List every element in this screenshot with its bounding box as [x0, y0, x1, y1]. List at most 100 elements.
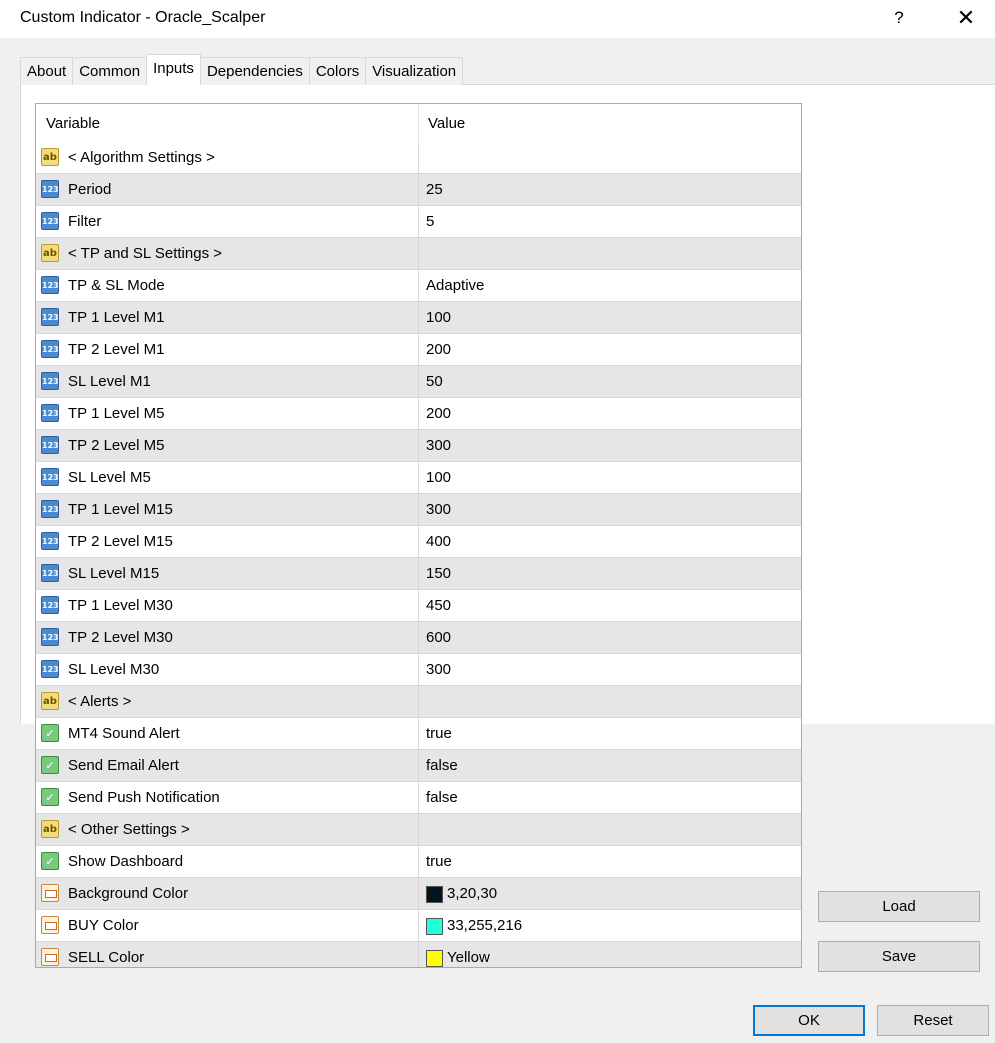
variable-cell[interactable]: 123 TP & SL Mode	[36, 270, 419, 301]
value-cell[interactable]: 100	[419, 462, 801, 493]
variable-cell[interactable]: ✓ Send Email Alert	[36, 750, 419, 781]
variable-name: TP 1 Level M1	[68, 309, 165, 326]
value-cell[interactable]: 300	[419, 654, 801, 685]
value-cell[interactable]: 300	[419, 430, 801, 461]
value-cell[interactable]: 600	[419, 622, 801, 653]
variable-cell[interactable]: 123 TP 2 Level M1	[36, 334, 419, 365]
table-row[interactable]: 123 TP 1 Level M15 300	[36, 494, 801, 526]
value-cell[interactable]: 400	[419, 526, 801, 557]
variable-cell[interactable]: 123 SL Level M5	[36, 462, 419, 493]
help-icon[interactable]: ?	[888, 5, 910, 31]
value-cell[interactable]: 450	[419, 590, 801, 621]
value-cell[interactable]	[419, 686, 801, 717]
table-row[interactable]: ✓ Send Email Alert false	[36, 750, 801, 782]
value-cell[interactable]: 33,255,216	[419, 910, 801, 941]
tab-visualization[interactable]: Visualization	[365, 57, 464, 85]
variable-cell[interactable]: 123 SL Level M30	[36, 654, 419, 685]
table-row[interactable]: ✓ Show Dashboard true	[36, 846, 801, 878]
variable-cell[interactable]: ab < TP and SL Settings >	[36, 238, 419, 269]
tab-about[interactable]: About	[20, 57, 74, 85]
table-row[interactable]: ab < TP and SL Settings >	[36, 238, 801, 270]
value-cell[interactable]: 5	[419, 206, 801, 237]
value-cell[interactable]: 150	[419, 558, 801, 589]
color-icon	[41, 916, 59, 934]
tab-common[interactable]: Common	[72, 57, 148, 85]
save-button[interactable]: Save	[818, 941, 980, 972]
variable-value: 5	[426, 213, 435, 230]
variable-cell[interactable]: ab < Other Settings >	[36, 814, 419, 845]
variable-cell[interactable]: ab < Alerts >	[36, 686, 419, 717]
value-cell[interactable]: 25	[419, 174, 801, 205]
variable-cell[interactable]: 123 Filter	[36, 206, 419, 237]
table-row[interactable]: 123 SL Level M30 300	[36, 654, 801, 686]
table-row[interactable]: 123 SL Level M15 150	[36, 558, 801, 590]
variable-cell[interactable]: BUY Color	[36, 910, 419, 941]
table-row[interactable]: 123 TP 1 Level M30 450	[36, 590, 801, 622]
table-row[interactable]: 123 TP 1 Level M1 100	[36, 302, 801, 334]
variable-cell[interactable]: Background Color	[36, 878, 419, 909]
variable-value: 50	[426, 373, 443, 390]
variable-cell[interactable]: ✓ MT4 Sound Alert	[36, 718, 419, 749]
reset-button[interactable]: Reset	[877, 1005, 989, 1036]
column-header-value[interactable]: Value	[428, 115, 465, 132]
value-cell[interactable]	[419, 238, 801, 269]
value-cell[interactable]: Yellow	[419, 942, 801, 967]
value-cell[interactable]: 200	[419, 398, 801, 429]
table-row[interactable]: 123 SL Level M5 100	[36, 462, 801, 494]
variable-cell[interactable]: 123 Period	[36, 174, 419, 205]
load-button[interactable]: Load	[818, 891, 980, 922]
table-row[interactable]: ab < Other Settings >	[36, 814, 801, 846]
variable-cell[interactable]: SELL Color	[36, 942, 419, 967]
ok-button[interactable]: OK	[753, 1005, 865, 1036]
table-row[interactable]: 123 TP 2 Level M30 600	[36, 622, 801, 654]
tab-colors[interactable]: Colors	[308, 57, 367, 85]
variable-cell[interactable]: 123 TP 1 Level M30	[36, 590, 419, 621]
value-cell[interactable]: Adaptive	[419, 270, 801, 301]
variable-cell[interactable]: 123 TP 1 Level M15	[36, 494, 419, 525]
table-row[interactable]: 123 TP 2 Level M15 400	[36, 526, 801, 558]
value-cell[interactable]: false	[419, 782, 801, 813]
table-row[interactable]: 123 TP 1 Level M5 200	[36, 398, 801, 430]
table-row[interactable]: ab < Alerts >	[36, 686, 801, 718]
table-row[interactable]: 123 TP 2 Level M5 300	[36, 430, 801, 462]
table-row[interactable]: ✓ Send Push Notification false	[36, 782, 801, 814]
table-row[interactable]: SELL Color Yellow	[36, 942, 801, 967]
variable-cell[interactable]: ✓ Show Dashboard	[36, 846, 419, 877]
variable-cell[interactable]: 123 SL Level M1	[36, 366, 419, 397]
variable-cell[interactable]: 123 TP 1 Level M5	[36, 398, 419, 429]
value-cell[interactable]	[419, 814, 801, 845]
value-cell[interactable]: false	[419, 750, 801, 781]
table-row[interactable]: BUY Color 33,255,216	[36, 910, 801, 942]
table-row[interactable]: ab < Algorithm Settings >	[36, 142, 801, 174]
variable-cell[interactable]: 123 TP 2 Level M15	[36, 526, 419, 557]
tab-inputs[interactable]: Inputs	[146, 54, 201, 85]
variable-cell[interactable]: 123 TP 1 Level M1	[36, 302, 419, 333]
value-cell[interactable]	[419, 142, 801, 173]
column-divider[interactable]	[418, 104, 419, 142]
value-cell[interactable]: 200	[419, 334, 801, 365]
table-row[interactable]: 123 Filter 5	[36, 206, 801, 238]
table-row[interactable]: 123 Period 25	[36, 174, 801, 206]
close-icon[interactable]: ✕	[953, 5, 979, 31]
column-header-variable[interactable]: Variable	[46, 115, 100, 132]
value-cell[interactable]: 100	[419, 302, 801, 333]
variable-cell[interactable]: ✓ Send Push Notification	[36, 782, 419, 813]
value-cell[interactable]: 3,20,30	[419, 878, 801, 909]
color-swatch	[426, 950, 443, 967]
value-cell[interactable]: true	[419, 846, 801, 877]
table-row[interactable]: 123 TP & SL Mode Adaptive	[36, 270, 801, 302]
table-row[interactable]: Background Color 3,20,30	[36, 878, 801, 910]
tab-dependencies[interactable]: Dependencies	[199, 57, 310, 85]
table-row[interactable]: 123 TP 2 Level M1 200	[36, 334, 801, 366]
variable-cell[interactable]: 123 TP 2 Level M5	[36, 430, 419, 461]
variable-cell[interactable]: 123 SL Level M15	[36, 558, 419, 589]
value-cell[interactable]: 50	[419, 366, 801, 397]
table-row[interactable]: ✓ MT4 Sound Alert true	[36, 718, 801, 750]
value-cell[interactable]: 300	[419, 494, 801, 525]
variable-cell[interactable]: 123 TP 2 Level M30	[36, 622, 419, 653]
table-row[interactable]: 123 SL Level M1 50	[36, 366, 801, 398]
variable-value: false	[426, 757, 458, 774]
variable-cell[interactable]: ab < Algorithm Settings >	[36, 142, 419, 173]
value-cell[interactable]: true	[419, 718, 801, 749]
integer-icon: 123	[41, 372, 59, 390]
